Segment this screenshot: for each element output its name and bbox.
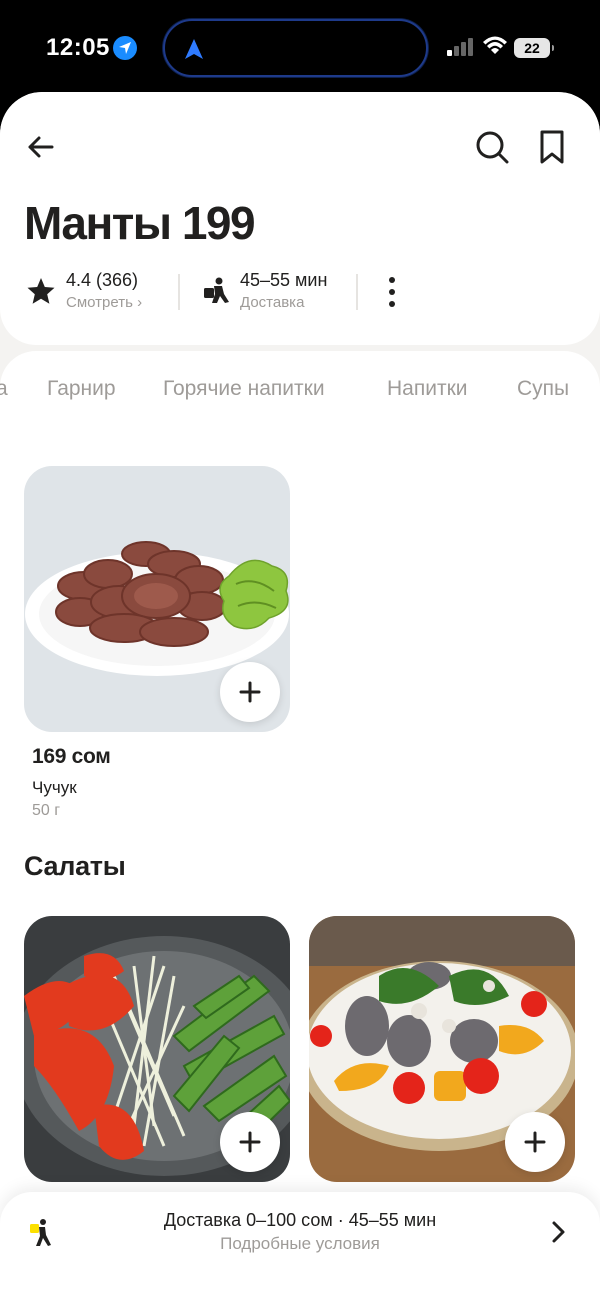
bookmark-button[interactable] [537, 129, 567, 165]
reviews-link[interactable]: Смотреть › [66, 294, 142, 311]
menu-content: а Гарнир Горячие напитки Напитки Супы 16… [0, 351, 600, 1303]
more-button[interactable] [384, 274, 400, 310]
status-time: 12:05 [46, 34, 110, 61]
plus-icon [524, 1131, 546, 1153]
more-vertical-icon [389, 277, 395, 307]
tab-garnish[interactable]: Гарнир [47, 377, 116, 401]
restaurant-header: Манты 199 4.4 (366) Смотреть › 45–55 мин… [0, 92, 600, 345]
product-card[interactable]: 169 сом Чучук 50 г [24, 466, 290, 826]
arrow-left-icon [28, 136, 54, 158]
product-weight: 50 г [32, 802, 61, 819]
delivery-time: 45–55 мин [240, 270, 328, 290]
add-to-cart-button[interactable] [505, 1112, 565, 1172]
tab-hot-drinks[interactable]: Горячие напитки [163, 377, 325, 401]
product-card[interactable] [309, 916, 575, 1182]
add-to-cart-button[interactable] [220, 1112, 280, 1172]
dynamic-island[interactable] [163, 19, 428, 77]
plus-icon [239, 681, 261, 703]
courier-icon [204, 277, 229, 303]
search-icon [476, 131, 509, 164]
navigation-arrow-icon [185, 39, 203, 59]
category-tabs: а Гарнир Горячие напитки Напитки Супы [0, 377, 600, 407]
status-bar: 12:05 22 [0, 0, 600, 92]
signal-icon [447, 38, 473, 56]
product-card[interactable] [24, 916, 290, 1182]
divider [178, 274, 180, 310]
add-to-cart-button[interactable] [220, 662, 280, 722]
star-icon [27, 278, 55, 304]
delivery-conditions-bar[interactable]: Доставка 0–100 сом · 45–55 мин Подробные… [0, 1192, 600, 1303]
delivery-summary: Доставка 0–100 сом · 45–55 мин [163, 1210, 437, 1230]
search-button[interactable] [474, 129, 510, 165]
delivery-label: Доставка [240, 294, 305, 311]
wifi-icon [483, 36, 507, 54]
product-name: Чучук [32, 778, 77, 797]
back-button[interactable] [24, 130, 58, 164]
tab-drinks[interactable]: Напитки [387, 377, 467, 401]
restaurant-title: Манты 199 [24, 197, 256, 249]
product-price: 169 сом [32, 745, 111, 768]
divider [356, 274, 358, 310]
battery-icon: 22 [514, 38, 554, 58]
section-title: Салаты [24, 851, 126, 881]
chevron-right-icon [552, 1221, 565, 1243]
rating-value: 4.4 (366) [66, 270, 139, 290]
tab-cut[interactable]: а [0, 377, 8, 401]
restaurant-sheet: Манты 199 4.4 (366) Смотреть › 45–55 мин… [0, 92, 600, 1303]
location-arrow-icon [113, 36, 137, 60]
tab-soups[interactable]: Супы [517, 377, 569, 401]
plus-icon [239, 1131, 261, 1153]
delivery-details-link: Подробные условия [220, 1234, 380, 1253]
bookmark-icon [540, 130, 564, 164]
restaurant-meta: 4.4 (366) Смотреть › 45–55 мин Доставка [24, 270, 584, 314]
